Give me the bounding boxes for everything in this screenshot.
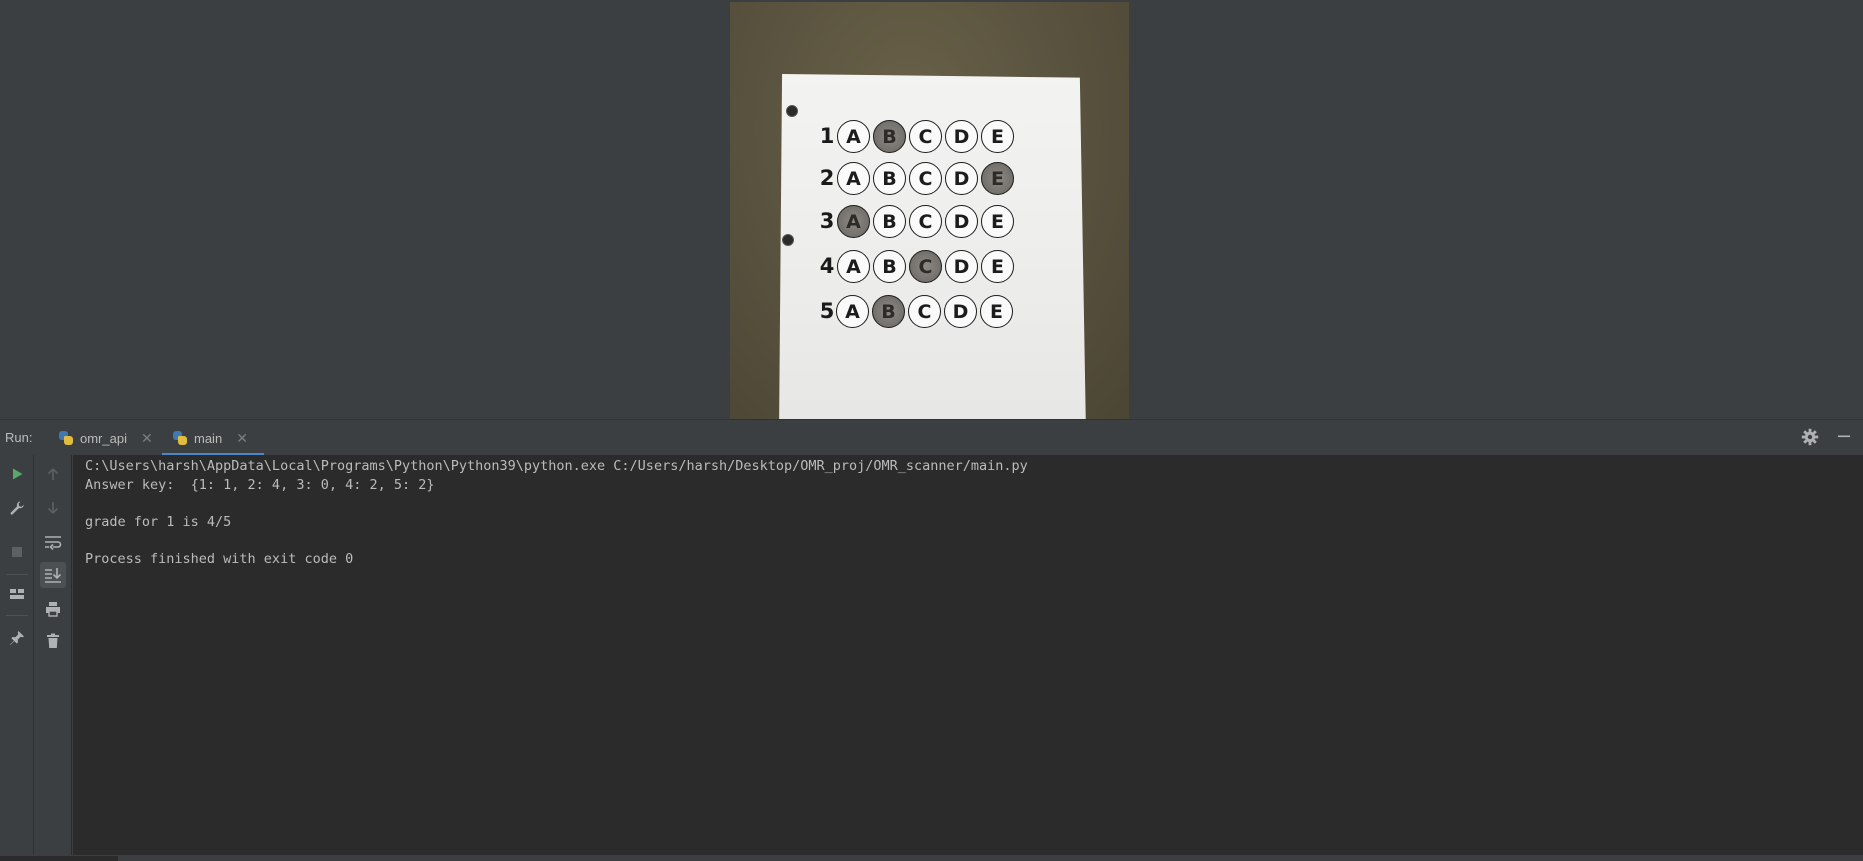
answer-bubble: E <box>980 295 1013 328</box>
tab-main[interactable]: main ✕ <box>162 420 264 456</box>
answer-bubble: E <box>981 250 1014 283</box>
omr-question-row: 1ABCDE <box>779 120 1086 154</box>
horizontal-scrollbar[interactable] <box>0 855 1863 861</box>
python-icon <box>58 430 74 446</box>
answer-sheet: 1ABCDE2ABCDE3ABCDE4ABCDE5ABCDE <box>779 74 1086 419</box>
run-toolbar-primary <box>0 455 34 855</box>
filled-answer-bubble: B <box>872 295 905 328</box>
console-output[interactable]: C:\Users\harsh\AppData\Local\Programs\Py… <box>73 455 1863 855</box>
wrench-icon[interactable] <box>4 495 30 521</box>
layout-icon[interactable] <box>4 581 30 607</box>
console-line-command: C:\Users\harsh\AppData\Local\Programs\Py… <box>85 458 1028 474</box>
console-line-exit: Process finished with exit code 0 <box>85 550 354 567</box>
filled-answer-bubble: A <box>837 205 870 238</box>
question-number: 3 <box>819 209 835 233</box>
tab-label: main <box>194 430 223 446</box>
run-toolbar-secondary <box>35 455 72 855</box>
answer-bubble: B <box>873 250 906 283</box>
scrollbar-thumb[interactable] <box>0 856 118 861</box>
gear-icon[interactable] <box>1800 428 1820 448</box>
pin-icon[interactable] <box>4 625 30 651</box>
omr-question-row: 3ABCDE <box>779 205 1086 239</box>
trash-icon[interactable] <box>40 628 66 654</box>
tab-omr-api[interactable]: omr_api ✕ <box>48 420 163 456</box>
omr-question-row: 5ABCDE <box>779 295 1086 329</box>
toolbar-separator <box>6 574 28 575</box>
answer-bubble: D <box>945 250 978 283</box>
answer-bubble: A <box>837 120 870 153</box>
print-icon[interactable] <box>40 596 66 622</box>
rerun-icon[interactable] <box>4 461 30 487</box>
scroll-to-end-icon[interactable] <box>40 562 66 588</box>
answer-bubble: C <box>909 162 942 195</box>
answer-bubble: E <box>981 120 1014 153</box>
python-icon <box>172 430 188 446</box>
close-icon[interactable]: ✕ <box>141 430 153 447</box>
answer-bubble: A <box>837 162 870 195</box>
answer-bubble: D <box>944 295 977 328</box>
answer-bubble: D <box>945 120 978 153</box>
omr-question-row: 4ABCDE <box>779 250 1086 284</box>
close-icon[interactable]: ✕ <box>236 430 248 447</box>
question-number: 1 <box>819 124 835 148</box>
question-number: 2 <box>819 166 835 190</box>
run-label: Run: <box>5 430 33 445</box>
answer-bubble: C <box>908 295 941 328</box>
answer-bubble: A <box>837 250 870 283</box>
tab-label: omr_api <box>80 430 127 446</box>
toolbar-separator <box>6 615 28 616</box>
answer-bubble: D <box>945 205 978 238</box>
down-arrow-icon[interactable] <box>40 495 66 521</box>
run-tool-window-header: Run: omr_api ✕ main ✕ <box>0 419 1863 456</box>
omr-question-row: 2ABCDE <box>779 162 1086 196</box>
filled-answer-bubble: C <box>909 250 942 283</box>
image-viewer: 1ABCDE2ABCDE3ABCDE4ABCDE5ABCDE <box>0 0 1863 419</box>
question-number: 4 <box>819 254 835 278</box>
answer-bubble: B <box>873 205 906 238</box>
answer-bubble: B <box>873 162 906 195</box>
filled-answer-bubble: E <box>981 162 1014 195</box>
up-arrow-icon[interactable] <box>40 461 66 487</box>
minimize-icon[interactable] <box>1834 428 1854 448</box>
stop-icon[interactable] <box>4 539 30 565</box>
answer-bubble: C <box>909 205 942 238</box>
answer-bubble: C <box>909 120 942 153</box>
omr-sheet-photo: 1ABCDE2ABCDE3ABCDE4ABCDE5ABCDE <box>730 2 1129 419</box>
question-number: 5 <box>819 299 835 323</box>
filled-answer-bubble: B <box>873 120 906 153</box>
punch-hole-top <box>786 105 798 117</box>
soft-wrap-icon[interactable] <box>40 529 66 555</box>
console-line-grade: grade for 1 is 4/5 <box>85 513 232 530</box>
answer-bubble: E <box>981 205 1014 238</box>
answer-bubble: D <box>945 162 978 195</box>
answer-bubble: A <box>836 295 869 328</box>
console-line-answer-key: Answer key: {1: 1, 2: 4, 3: 0, 4: 2, 5: … <box>85 476 435 493</box>
